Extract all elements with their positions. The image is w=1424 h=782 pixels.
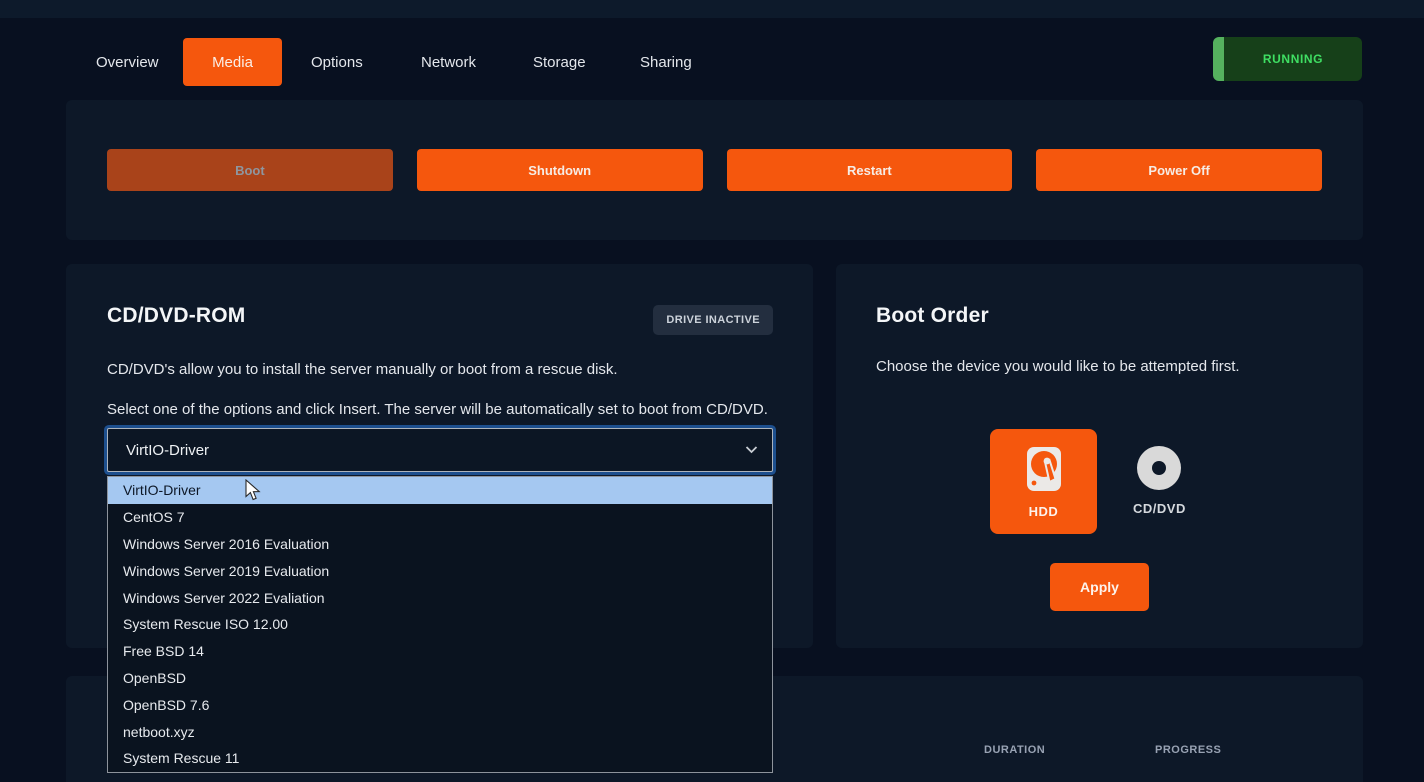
- tab-storage[interactable]: Storage: [533, 38, 586, 86]
- dropdown-option-freebsd-14[interactable]: Free BSD 14: [108, 638, 772, 665]
- shutdown-button[interactable]: Shutdown: [417, 149, 703, 191]
- apply-button[interactable]: Apply: [1050, 563, 1149, 611]
- cd-dvd-icon: [1137, 446, 1181, 490]
- dropdown-option-win2016[interactable]: Windows Server 2016 Evaluation: [108, 531, 772, 558]
- status-body: RUNNING: [1224, 37, 1362, 81]
- boot-order-title: Boot Order: [876, 304, 1323, 328]
- media-select[interactable]: VirtIO-Driver: [107, 428, 773, 472]
- status-stripe: [1213, 37, 1224, 81]
- status-text: RUNNING: [1263, 52, 1323, 66]
- power-actions-panel: Boot Shutdown Restart Power Off: [66, 100, 1363, 240]
- power-off-button[interactable]: Power Off: [1036, 149, 1322, 191]
- tab-network[interactable]: Network: [421, 38, 476, 86]
- cd-dvd-label: CD/DVD: [1133, 501, 1186, 516]
- tab-sharing[interactable]: Sharing: [640, 38, 692, 86]
- boot-device-cd[interactable]: CD/DVD: [1133, 446, 1186, 516]
- dropdown-option-win2022[interactable]: Windows Server 2022 Evaliation: [108, 584, 772, 611]
- boot-order-panel: Boot Order Choose the device you would l…: [836, 264, 1363, 648]
- cdrom-description-1: CD/DVD's allow you to install the server…: [107, 361, 773, 378]
- column-header-progress: PROGRESS: [1155, 744, 1221, 756]
- drive-inactive-badge: DRIVE INACTIVE: [653, 305, 773, 335]
- cdrom-description-2: Select one of the options and click Inse…: [107, 401, 773, 418]
- cdrom-title: CD/DVD-ROM: [107, 304, 246, 328]
- dropdown-option-win2019[interactable]: Windows Server 2019 Evaluation: [108, 557, 772, 584]
- boot-device-hdd[interactable]: HDD: [990, 429, 1097, 534]
- tab-options[interactable]: Options: [311, 38, 363, 86]
- media-select-value: VirtIO-Driver: [126, 442, 745, 459]
- dropdown-option-virtio-driver[interactable]: VirtIO-Driver: [108, 477, 772, 504]
- vps-media-page: Overview Media Options Network Storage S…: [0, 0, 1424, 782]
- column-header-duration: DURATION: [984, 744, 1045, 756]
- boot-button[interactable]: Boot: [107, 149, 393, 191]
- restart-button[interactable]: Restart: [727, 149, 1013, 191]
- dropdown-option-sysrescue-11[interactable]: System Rescue 11: [108, 745, 772, 772]
- tab-overview[interactable]: Overview: [96, 38, 159, 86]
- dropdown-option-centos-7[interactable]: CentOS 7: [108, 504, 772, 531]
- dropdown-option-openbsd[interactable]: OpenBSD: [108, 665, 772, 692]
- dropdown-option-openbsd-76[interactable]: OpenBSD 7.6: [108, 691, 772, 718]
- boot-order-description: Choose the device you would like to be a…: [876, 358, 1323, 375]
- status-badge: RUNNING: [1213, 37, 1362, 81]
- hdd-icon: [1024, 445, 1064, 498]
- media-select-dropdown: VirtIO-Driver CentOS 7 Windows Server 20…: [107, 476, 773, 773]
- hdd-label: HDD: [1029, 504, 1059, 519]
- dropdown-option-sysrescue-12[interactable]: System Rescue ISO 12.00: [108, 611, 772, 638]
- dropdown-option-netboot-xyz[interactable]: netboot.xyz: [108, 718, 772, 745]
- tab-media[interactable]: Media: [183, 38, 282, 86]
- boot-device-row: HDD CD/DVD: [990, 429, 1186, 534]
- top-strip: [0, 0, 1424, 18]
- chevron-down-icon: [745, 441, 758, 459]
